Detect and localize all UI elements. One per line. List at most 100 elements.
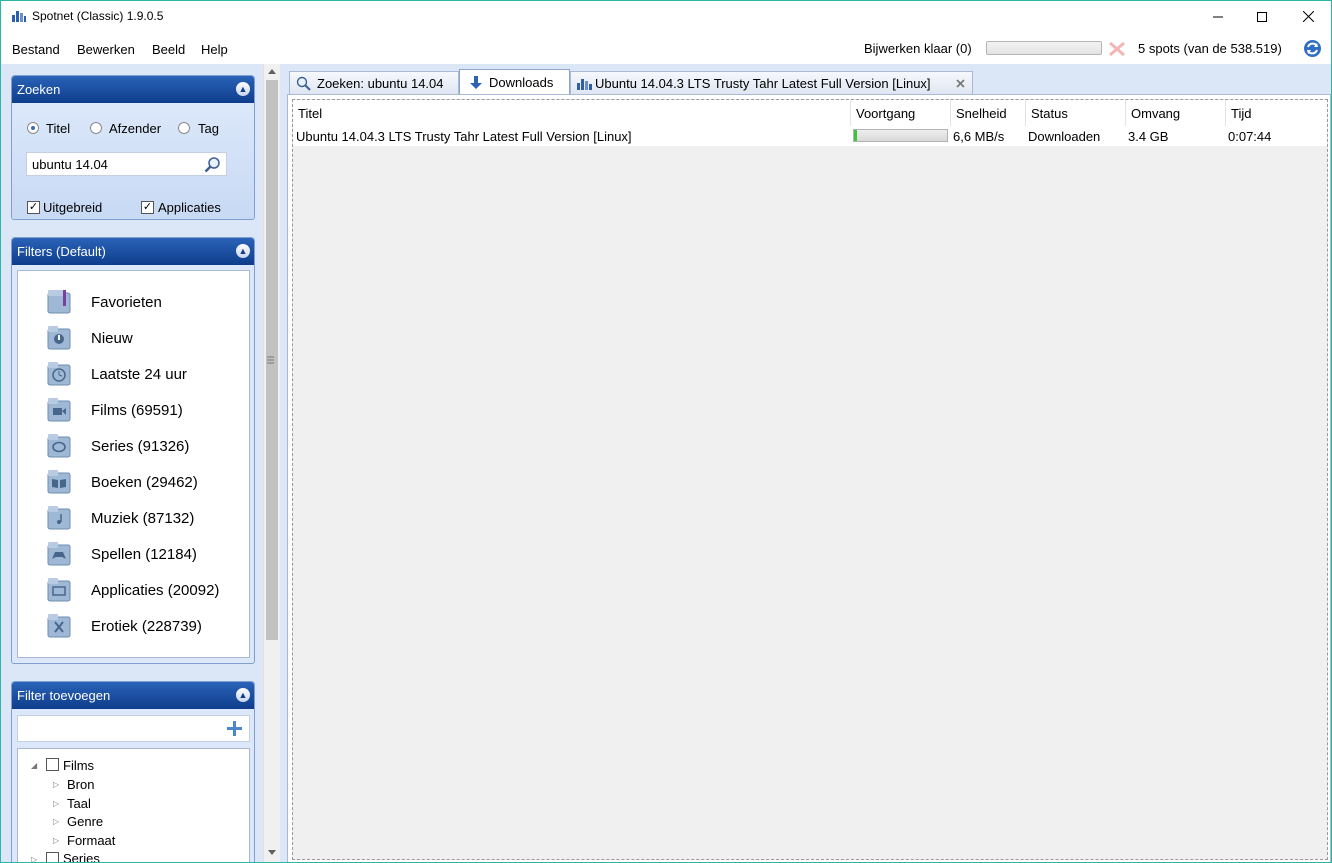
filter-add-panel-header[interactable]: Filter toevoegen ▲: [12, 682, 254, 709]
tab-search[interactable]: Zoeken: ubuntu 14.04: [289, 71, 459, 94]
spots-count: 5 spots (van de 538.519): [1138, 41, 1282, 56]
close-icon: [1302, 11, 1314, 22]
close-tab-icon[interactable]: [956, 79, 965, 88]
download-arrow-icon: [470, 76, 482, 89]
filters-panel-header[interactable]: Filters (Default) ▲: [12, 238, 254, 265]
music-folder-icon: [47, 506, 71, 530]
radio-tag-label: Tag: [198, 121, 219, 136]
radio-afzender-label: Afzender: [109, 121, 162, 136]
update-status: Bijwerken klaar (0): [864, 41, 972, 56]
filter-label: Spellen (12184): [91, 546, 197, 563]
tab-strip: Zoeken: ubuntu 14.04 Downloads Ubuntu 14…: [287, 69, 1325, 95]
tree-expand-icon[interactable]: ▷: [53, 836, 59, 845]
radio-afzender[interactable]: [90, 122, 102, 134]
filter-label: Series (91326): [91, 438, 190, 455]
search-icon[interactable]: [204, 156, 221, 173]
radio-titel-label: Titel: [46, 121, 71, 136]
column-header-tijd[interactable]: Tijd: [1226, 100, 1329, 126]
filter-label: Applicaties (20092): [91, 582, 220, 599]
tree-node[interactable]: Formaat: [67, 833, 115, 848]
filter-label: Favorieten: [91, 294, 162, 311]
tab-downloads[interactable]: Downloads: [459, 69, 570, 95]
tree-expand-icon[interactable]: ▷: [31, 855, 37, 862]
radio-tag[interactable]: [178, 122, 190, 134]
filter-label: Films (69591): [91, 402, 183, 419]
minimize-icon: [1213, 16, 1223, 17]
menu-bar: Bestand Bewerken Beeld Help Bijwerken kl…: [1, 32, 1331, 64]
splitter-grip-icon[interactable]: [267, 355, 274, 365]
filter-label: Muziek (87132): [91, 510, 195, 527]
refresh-icon[interactable]: [1303, 39, 1322, 58]
download-progress-bar: [853, 129, 948, 142]
sidebar-scrollbar[interactable]: [263, 64, 280, 862]
checkbox-uitgebreid-label: Uitgebreid: [43, 200, 103, 215]
cell-time: 0:07:44: [1228, 129, 1272, 144]
downloads-view: Titel Voortgang Snelheid Status Omvang T…: [287, 94, 1331, 862]
add-filter-icon[interactable]: [227, 721, 242, 736]
filter-tree: ◢ Films ▷ Bron ▷ Taal ▷ Genre ▷ Formaat …: [17, 748, 250, 862]
column-header-status[interactable]: Status: [1026, 100, 1126, 126]
tree-node[interactable]: Bron: [67, 777, 94, 792]
tab-downloads-label: Downloads: [489, 75, 554, 90]
menu-help[interactable]: Help: [201, 42, 228, 57]
maximize-button[interactable]: [1239, 1, 1285, 32]
tree-checkbox[interactable]: [46, 758, 59, 771]
scroll-up-icon[interactable]: [268, 68, 276, 74]
search-panel-title: Zoeken: [17, 82, 61, 97]
tree-expand-icon[interactable]: ▷: [53, 817, 59, 826]
column-header-omvang[interactable]: Omvang: [1126, 100, 1226, 126]
collapse-icon[interactable]: ▲: [236, 82, 250, 96]
column-header-titel[interactable]: Titel: [293, 100, 851, 126]
apps-folder-icon: [47, 578, 71, 602]
spot-icon: [577, 79, 592, 90]
close-button[interactable]: [1285, 1, 1331, 32]
search-input[interactable]: ubuntu 14.04: [26, 152, 227, 176]
collapse-icon[interactable]: ▲: [236, 688, 250, 702]
cell-status: Downloaden: [1028, 129, 1101, 144]
checkbox-applicaties[interactable]: ✓: [141, 201, 154, 214]
app-window: Spotnet (Classic) 1.9.0.5 Bestand Bewerk…: [0, 0, 1332, 863]
search-icon: [296, 76, 311, 91]
menu-bestand[interactable]: Bestand: [12, 42, 60, 57]
menu-bewerken[interactable]: Bewerken: [77, 42, 135, 57]
download-progress-fill: [854, 130, 857, 141]
filter-add-panel: Filter toevoegen ▲ ◢ Films ▷ Bron ▷ Taal…: [11, 681, 255, 862]
new-folder-icon: [47, 326, 71, 350]
update-progress-bar: [986, 41, 1102, 55]
minimize-button[interactable]: [1195, 1, 1241, 32]
spotnet-logo-icon: [12, 11, 26, 22]
column-header-snelheid[interactable]: Snelheid: [951, 100, 1026, 126]
filters-panel: Filters (Default) ▲ Favorieten Nieuw Laa…: [11, 237, 255, 664]
tree-node[interactable]: Series: [63, 851, 100, 862]
erotic-folder-icon: [47, 614, 71, 638]
cancel-update-icon[interactable]: [1107, 42, 1127, 56]
tree-collapse-icon[interactable]: ◢: [31, 761, 37, 770]
checkbox-uitgebreid[interactable]: ✓: [27, 201, 40, 214]
scroll-down-icon[interactable]: [268, 850, 276, 856]
filter-label: Erotiek (228739): [91, 618, 202, 635]
search-panel-body: Titel Afzender Tag ubuntu 14.04 ✓ Uitgeb…: [12, 103, 254, 219]
tab-search-label: Zoeken: ubuntu 14.04: [317, 76, 444, 91]
collapse-icon[interactable]: ▲: [236, 244, 250, 258]
cell-size: 3.4 GB: [1128, 129, 1169, 144]
radio-titel[interactable]: [27, 122, 39, 134]
tree-checkbox[interactable]: [46, 852, 59, 862]
tree-node[interactable]: Films: [63, 758, 94, 773]
grid-header: Titel Voortgang Snelheid Status Omvang T…: [293, 100, 1327, 126]
tree-node[interactable]: Genre: [67, 814, 103, 829]
tree-expand-icon[interactable]: ▷: [53, 780, 59, 789]
tab-spot[interactable]: Ubuntu 14.04.3 LTS Trusty Tahr Latest Fu…: [570, 71, 973, 94]
tree-expand-icon[interactable]: ▷: [53, 799, 59, 808]
menu-beeld[interactable]: Beeld: [152, 42, 185, 57]
table-row[interactable]: Ubuntu 14.04.3 LTS Trusty Tahr Latest Fu…: [293, 126, 1327, 146]
clock-folder-icon: [47, 362, 71, 386]
checkbox-applicaties-label: Applicaties: [158, 200, 221, 215]
search-panel-header[interactable]: Zoeken ▲: [12, 76, 254, 103]
column-header-voortgang[interactable]: Voortgang: [851, 100, 951, 126]
downloads-grid: Titel Voortgang Snelheid Status Omvang T…: [292, 99, 1328, 860]
filter-add-input[interactable]: [17, 715, 250, 742]
books-folder-icon: [47, 470, 71, 494]
tree-node[interactable]: Taal: [67, 796, 91, 811]
cell-speed: 6,6 MB/s: [953, 129, 1005, 144]
maximize-icon: [1257, 11, 1267, 22]
